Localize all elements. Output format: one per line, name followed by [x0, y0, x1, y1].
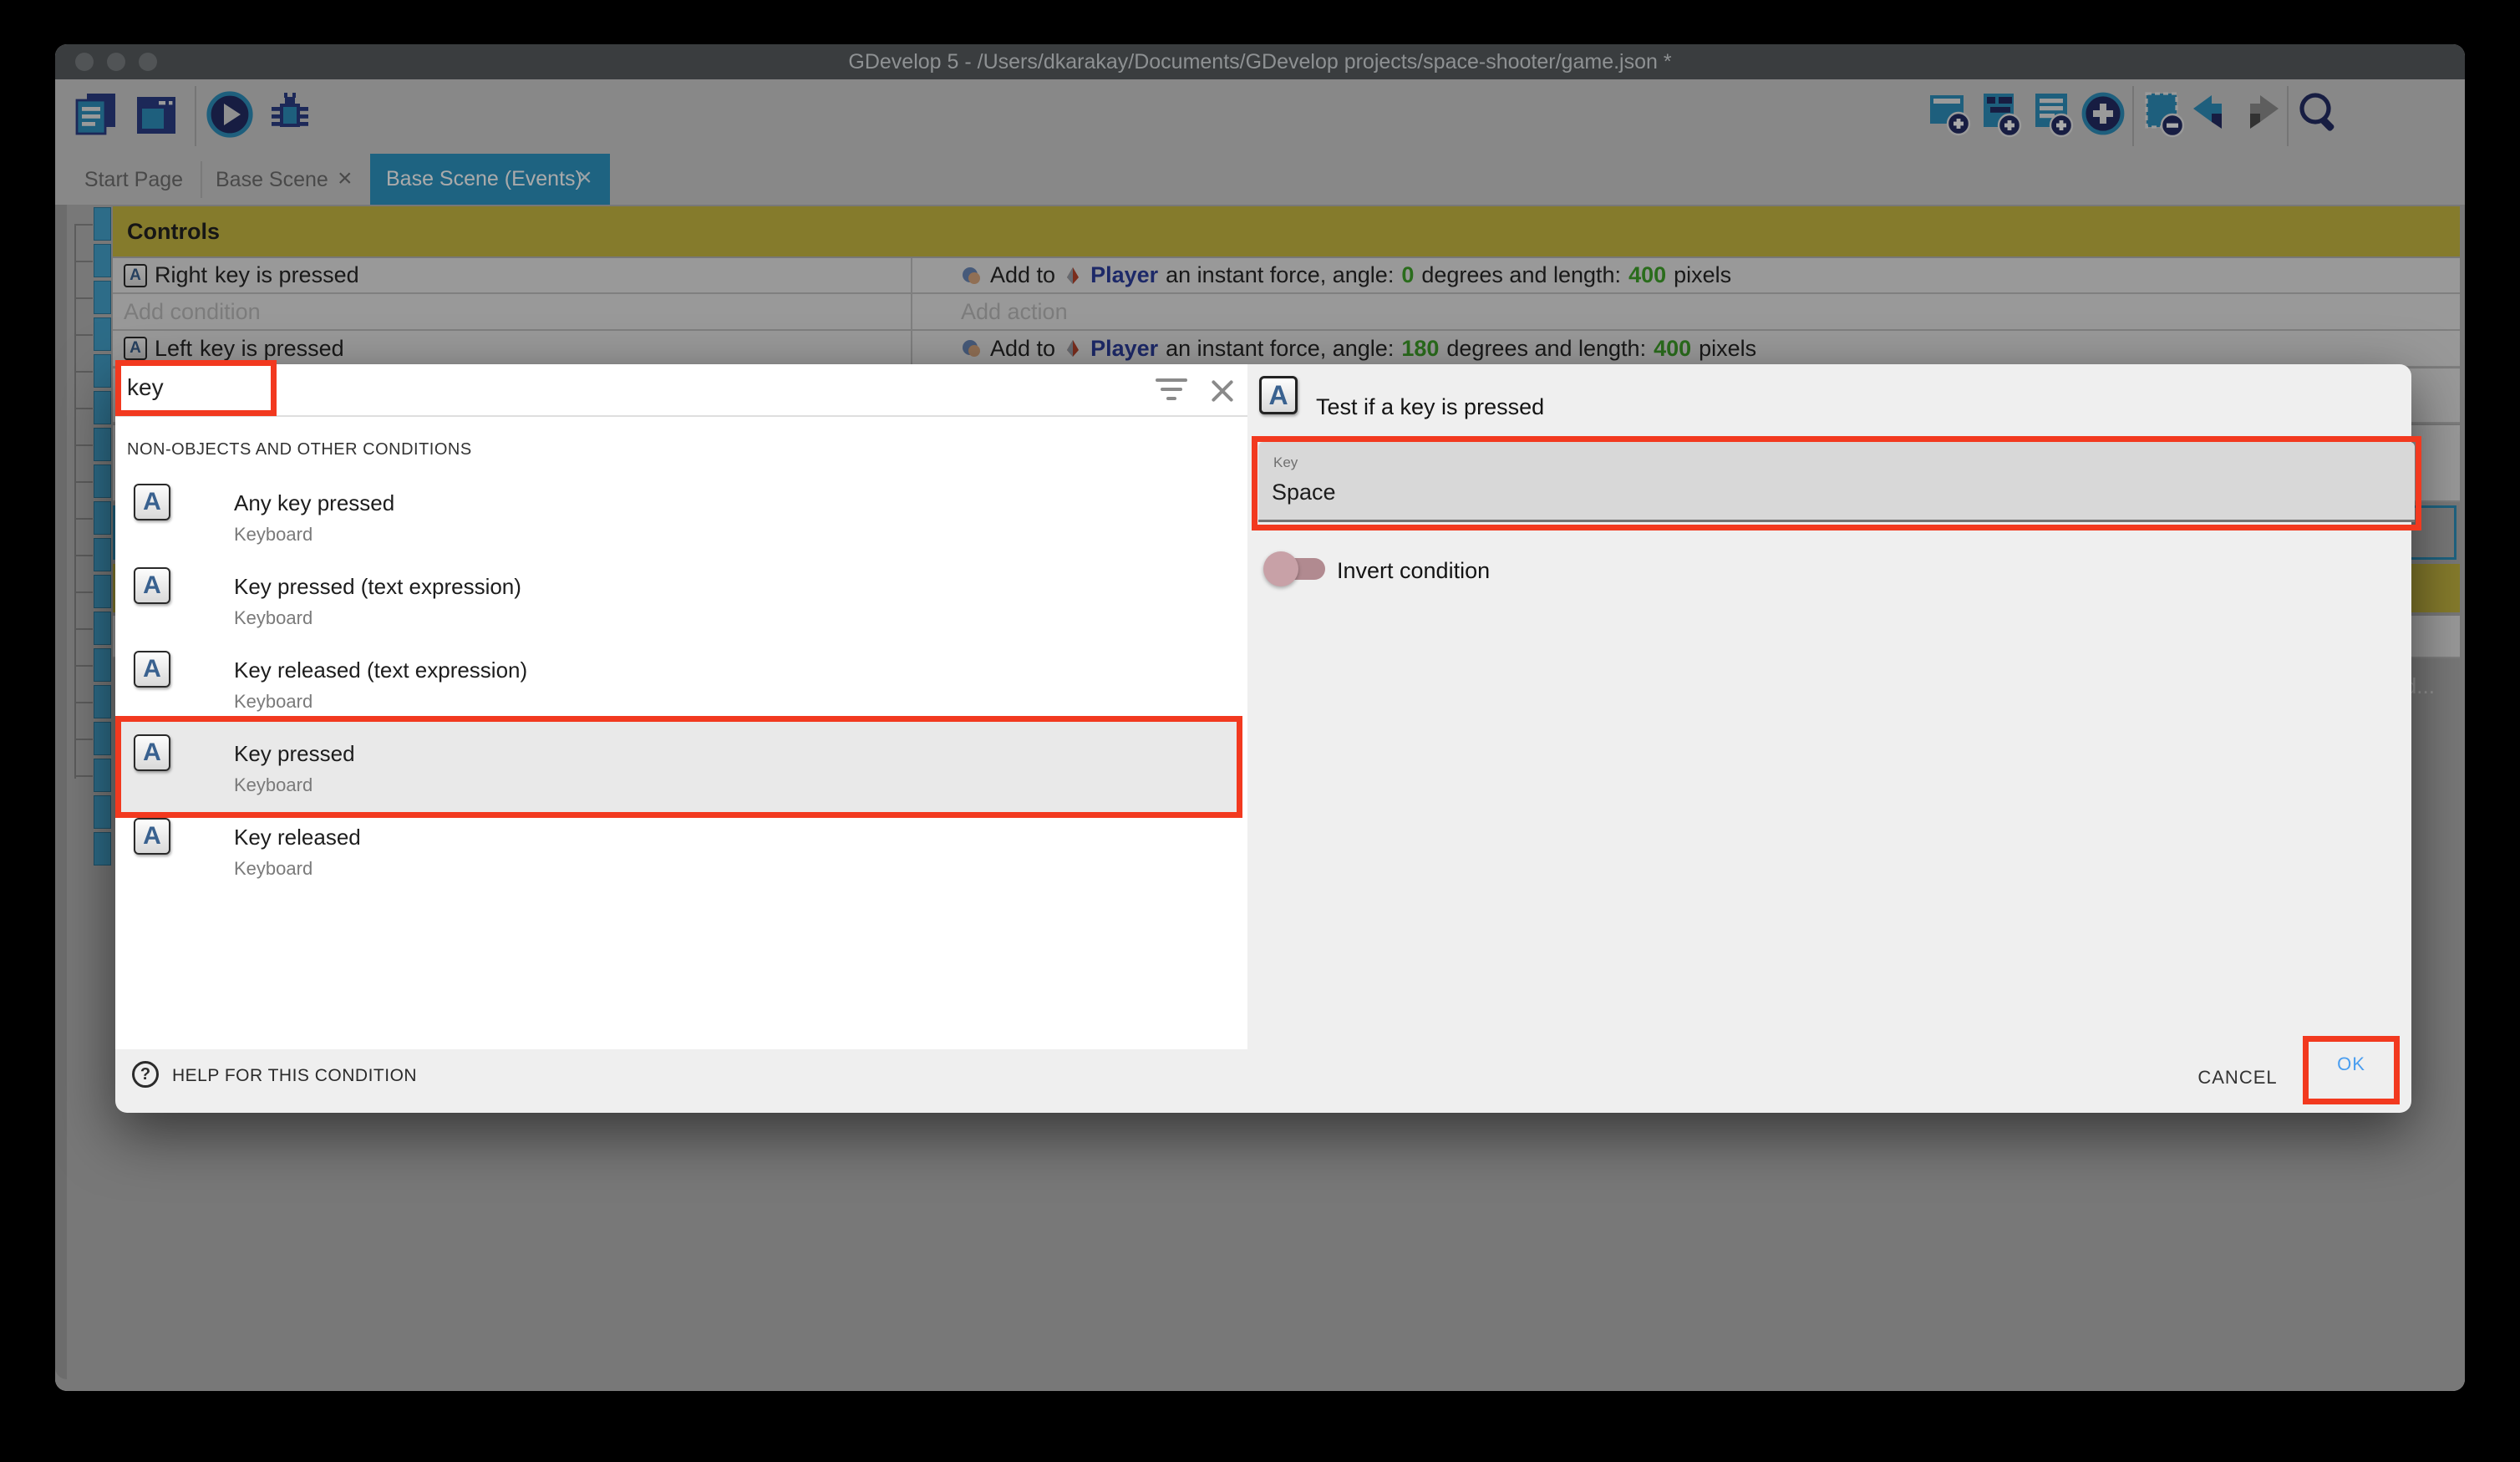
help-link[interactable]: HELP FOR THIS CONDITION — [172, 1066, 417, 1086]
window-title: GDevelop 5 - /Users/dkarakay/Documents/G… — [55, 44, 2465, 79]
item-title: Key released — [234, 825, 361, 850]
list-item-key-released-text-expression[interactable]: A Key released (text expression) Keyboar… — [115, 639, 1242, 723]
keyboard-key-icon: A — [134, 484, 170, 520]
titlebar: GDevelop 5 - /Users/dkarakay/Documents/G… — [55, 44, 2465, 79]
item-title: Any key pressed — [234, 490, 394, 516]
item-title: Key pressed (text expression) — [234, 574, 521, 600]
keyboard-key-icon: A — [134, 818, 170, 855]
condition-title: Test if a key is pressed — [1316, 394, 1544, 420]
desktop: GDevelop 5 - /Users/dkarakay/Documents/G… — [0, 0, 2520, 1462]
annotation-key-pressed-item — [115, 716, 1242, 818]
item-subtitle: Keyboard — [234, 691, 312, 713]
item-subtitle: Keyboard — [234, 858, 312, 880]
annotation-key-field — [1252, 436, 2421, 530]
keyboard-key-icon: A — [134, 567, 170, 604]
filter-icon[interactable] — [1161, 388, 1182, 391]
list-item-any-key-pressed[interactable]: A Any key pressed Keyboard — [115, 472, 1242, 556]
list-item-key-pressed-text-expression[interactable]: A Key pressed (text expression) Keyboard — [115, 556, 1242, 639]
annotation-ok-button — [2303, 1036, 2400, 1104]
help-icon[interactable]: ? — [132, 1061, 159, 1088]
filter-icon[interactable] — [1166, 397, 1176, 400]
item-title: Key released (text expression) — [234, 657, 527, 683]
item-subtitle: Keyboard — [234, 607, 312, 629]
list-item-key-released[interactable]: A Key released Keyboard — [115, 806, 1242, 890]
filter-icon[interactable] — [1156, 378, 1187, 382]
divider — [115, 415, 1247, 417]
item-subtitle: Keyboard — [234, 524, 312, 546]
keyboard-key-icon: A — [134, 651, 170, 688]
cancel-button[interactable]: CANCEL — [2187, 1053, 2288, 1103]
annotation-search-field — [115, 360, 277, 416]
conditions-section-header: NON-OBJECTS AND OTHER CONDITIONS — [127, 440, 472, 459]
invert-condition-label: Invert condition — [1337, 558, 1490, 584]
invert-condition-toggle-thumb[interactable] — [1263, 551, 1298, 586]
keyboard-key-icon: A — [1259, 376, 1298, 414]
